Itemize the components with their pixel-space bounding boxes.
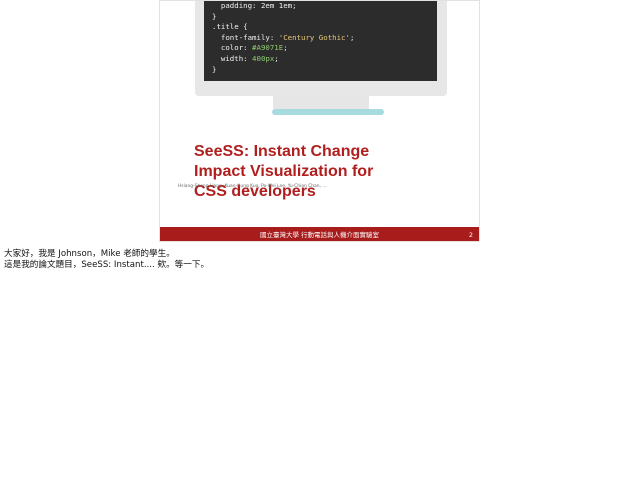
code-value: #A9071E — [252, 43, 284, 53]
code-punct: ; — [274, 53, 279, 63]
code-string: 'Century Gothic' — [278, 32, 350, 42]
slide-preview[interactable]: padding: 2em 1em; } .title { font-family… — [159, 0, 480, 242]
code-value: 400px — [252, 53, 275, 63]
slide-title: SeeSS: Instant Change Impact Visualizati… — [194, 143, 374, 200]
css-code-block: padding: 2em 1em; } .title { font-family… — [212, 1, 354, 75]
code-punct: ; — [283, 43, 288, 53]
author-list: Hsiang-Sheng Liang, Kuan-Hung Kuo, Po-We… — [178, 184, 327, 189]
speaker-notes[interactable]: 大家好，我是 Johnson，Mike 老師的學生。 這是我的論文題目，SeeS… — [4, 249, 634, 271]
code-line: width: — [212, 53, 253, 63]
monitor-base — [272, 109, 384, 115]
monitor-illustration: padding: 2em 1em; } .title { font-family… — [195, 1, 447, 96]
slide-footer: 國立臺灣大學 行動電話與人機介面實驗室 2 — [160, 227, 479, 241]
notes-line: 這是我的論文題目，SeeSS: Instant.... 欸。等一下。 — [4, 260, 210, 270]
slide-page-number: 2 — [468, 231, 473, 239]
code-line: } — [212, 64, 217, 74]
notes-line: 大家好，我是 Johnson，Mike 老師的學生。 — [4, 249, 175, 259]
code-line: .title { — [212, 22, 248, 32]
monitor-stand — [273, 96, 369, 109]
code-punct: ; — [349, 32, 355, 42]
code-line: font-family: — [212, 32, 279, 42]
code-line: padding: 2em 1em; — [212, 1, 297, 10]
code-line: } — [212, 11, 217, 21]
code-screen: padding: 2em 1em; } .title { font-family… — [204, 1, 437, 81]
footer-lab-name: 國立臺灣大學 行動電話與人機介面實驗室 — [259, 231, 380, 239]
code-line: color: — [212, 43, 253, 53]
